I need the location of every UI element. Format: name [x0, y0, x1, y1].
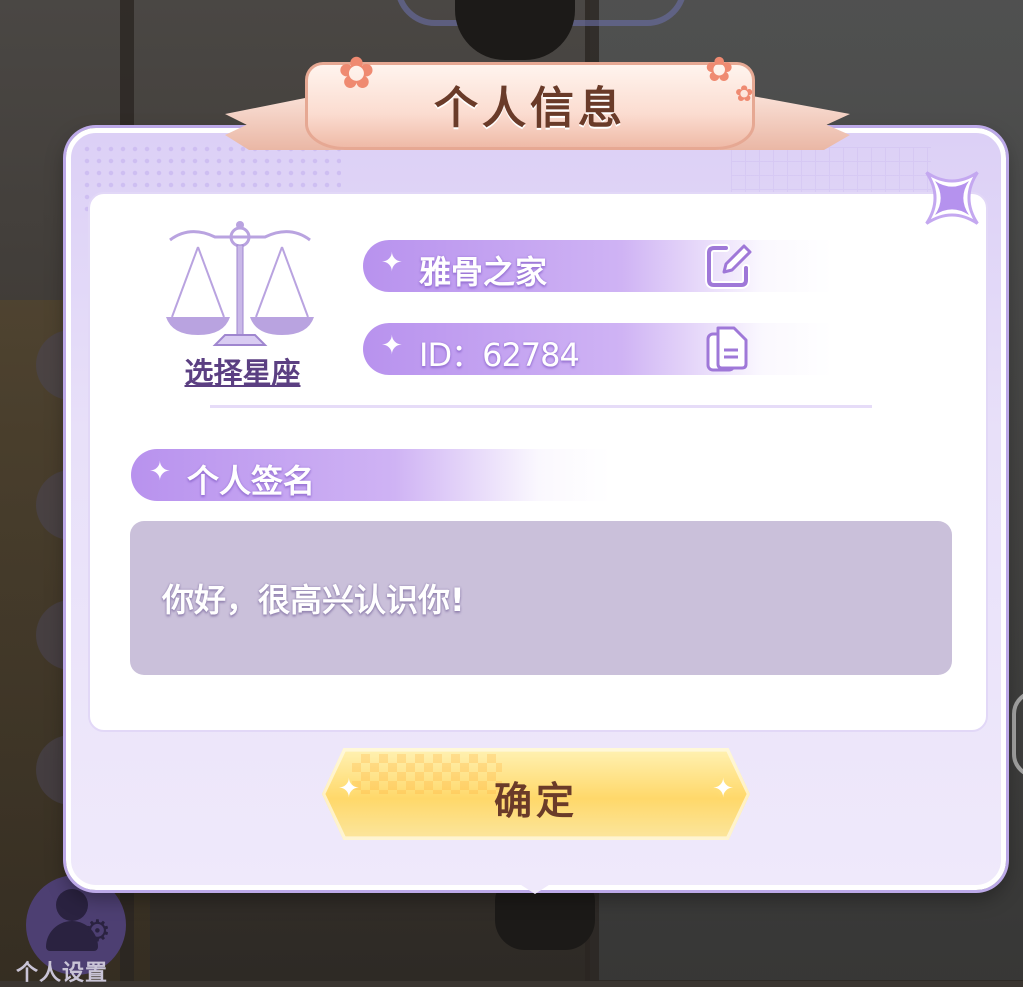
select-zodiac-link[interactable]: 选择星座: [170, 350, 315, 392]
sparkle-icon: ✦: [149, 457, 171, 487]
edit-name-button[interactable]: [704, 240, 754, 292]
copy-id-button[interactable]: [704, 322, 750, 376]
background-right-control: [1012, 690, 1023, 778]
user-id-field: ✦ ID：62784: [363, 323, 833, 375]
signature-text: 你好，很高兴认识你!: [162, 581, 465, 619]
sparkle-icon: ✦: [381, 248, 403, 278]
user-id-text: ID：62784: [419, 336, 580, 374]
nickname-field: ✦ 雅骨之家: [363, 240, 833, 292]
close-button[interactable]: [912, 158, 992, 238]
flower-icon: ✿: [735, 82, 754, 107]
nickname-text: 雅骨之家: [419, 253, 548, 291]
flower-icon: ✿: [705, 50, 734, 90]
confirm-button[interactable]: ✦ ✦ 确定: [322, 748, 750, 840]
background-character-feet: [495, 880, 595, 950]
sparkle-icon: ✦: [381, 331, 403, 361]
copy-icon: [706, 326, 748, 372]
close-icon: [925, 171, 979, 225]
gear-icon: ⚙: [84, 914, 111, 949]
divider: [210, 405, 872, 408]
libra-scale-icon[interactable]: [160, 215, 320, 355]
signature-header: ✦ 个人签名: [131, 449, 611, 501]
personal-settings-label: 个人设置: [16, 961, 109, 986]
flower-icon: ✿: [338, 48, 375, 99]
signature-header-label: 个人签名: [187, 462, 316, 500]
edit-icon: [705, 244, 752, 289]
background-character-head: [455, 0, 575, 60]
confirm-button-label: 确定: [493, 779, 578, 823]
